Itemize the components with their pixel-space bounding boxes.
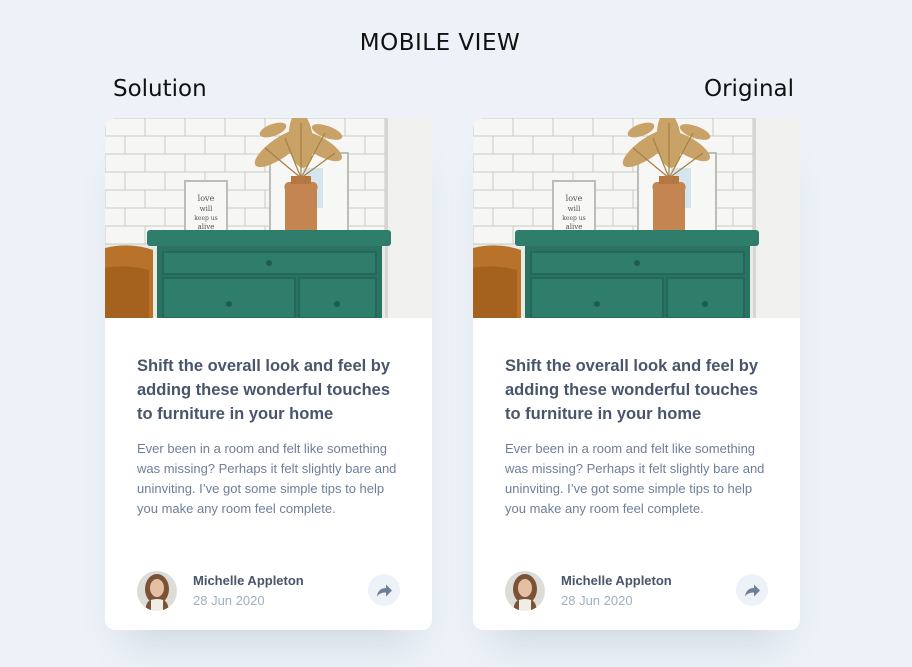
svg-text:will: will [568, 205, 581, 213]
author-name: Michelle Appleton [193, 573, 304, 588]
article-card-solution: love will keep us alive Shift the overal… [105, 118, 432, 630]
publish-date: 28 Jun 2020 [561, 593, 633, 608]
svg-text:will: will [200, 205, 213, 213]
article-title: Shift the overall look and feel by addin… [137, 357, 391, 423]
page-heading: MOBILE VIEW [359, 30, 521, 56]
author-avatar [505, 571, 545, 611]
drawers-photo: love will keep us alive [105, 118, 432, 318]
author-avatar [137, 571, 177, 611]
svg-text:alive: alive [566, 223, 583, 231]
article-card-original: love will keep us alive Shift the overal… [473, 118, 800, 630]
article-description: Ever been in a room and felt like someth… [137, 441, 397, 516]
solution-label: Solution [113, 76, 207, 102]
svg-text:keep us: keep us [562, 215, 585, 222]
author-name: Michelle Appleton [561, 573, 672, 588]
share-button[interactable] [736, 574, 768, 606]
share-button[interactable] [368, 574, 400, 606]
share-icon [376, 584, 392, 596]
share-icon [744, 584, 760, 596]
svg-text:love: love [198, 194, 215, 203]
article-description: Ever been in a room and felt like someth… [505, 441, 765, 516]
publish-date: 28 Jun 2020 [193, 593, 265, 608]
svg-text:love: love [566, 194, 583, 203]
drawers-photo: love will keep us alive [473, 118, 800, 318]
original-label: Original [704, 76, 795, 102]
svg-text:alive: alive [198, 223, 215, 231]
svg-text:keep us: keep us [194, 215, 217, 222]
article-title: Shift the overall look and feel by addin… [505, 357, 759, 423]
